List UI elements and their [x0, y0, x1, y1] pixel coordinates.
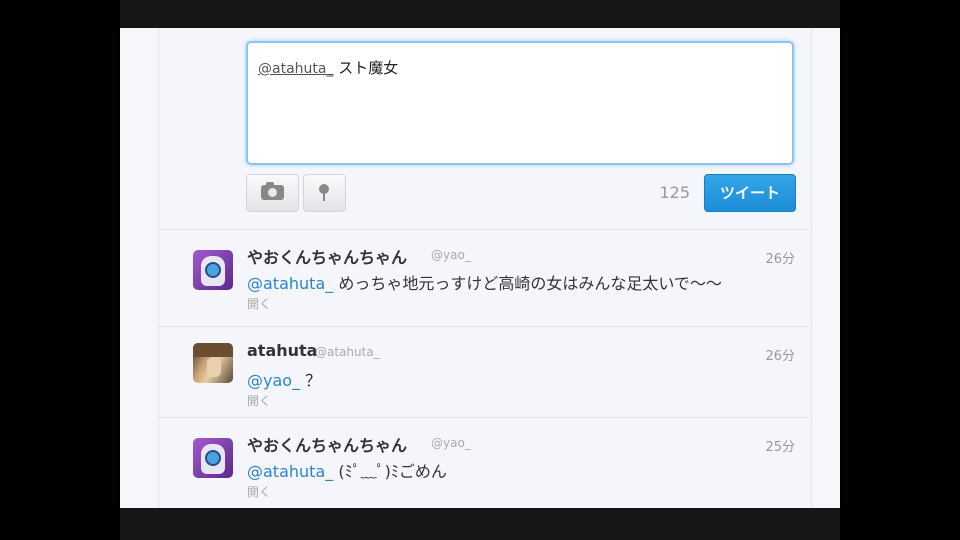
tweet-text: @atahuta_ めっちゃ地元っすけど高崎の女はみんな足太いで〜〜 [247, 270, 722, 294]
avatar-eye [205, 262, 221, 278]
tweet-body: (ﾐﾟ﹏ﾟ)ﾐごめん [333, 462, 447, 481]
tweet-mention[interactable]: @atahuta_ [247, 462, 333, 481]
tweet-author-handle[interactable]: @atahuta_ [315, 345, 380, 359]
tweet-text: @atahuta_ (ﾐﾟ﹏ﾟ)ﾐごめん [247, 458, 447, 482]
tweet-item[interactable]: atahuta @atahuta_ 26分 @yao_ ？ 開く [159, 326, 809, 418]
tweet-timestamp[interactable]: 25分 [765, 436, 795, 455]
add-location-button[interactable] [303, 174, 346, 212]
tweet-item[interactable]: やおくんちゃんちゃん @yao_ 25分 @atahuta_ (ﾐﾟ﹏ﾟ)ﾐごめ… [159, 417, 809, 508]
avatar[interactable] [193, 343, 233, 383]
tweet-author-handle[interactable]: @yao_ [431, 436, 471, 450]
tweet-mention[interactable]: @yao_ [247, 371, 300, 390]
compose-text[interactable]: @atahuta_ スト魔女 [258, 57, 398, 78]
compose-mention: @atahuta_ [258, 61, 334, 77]
tweet-button[interactable]: ツイート [704, 174, 796, 212]
camera-icon [261, 182, 284, 200]
tweet-item[interactable]: やおくんちゃんちゃん @yao_ 26分 @atahuta_ めっちゃ地元っすけ… [159, 229, 809, 327]
top-letterbox [120, 0, 840, 28]
avatar[interactable] [193, 438, 233, 478]
avatar-eye [205, 450, 221, 466]
tweet-author-name[interactable]: atahuta [247, 341, 317, 360]
twitter-screen: @atahuta_ スト魔女 125 ツイート やおくんちゃんちゃん @yao_… [120, 28, 840, 508]
avatar[interactable] [193, 250, 233, 290]
avatar-face [207, 357, 221, 377]
expand-link[interactable]: 開く [247, 295, 271, 312]
tweet-author-handle[interactable]: @yao_ [431, 248, 471, 262]
avatar-hair [193, 343, 233, 357]
tweet-compose-box[interactable]: @atahuta_ スト魔女 [246, 41, 794, 165]
tweet-body: ？ [300, 371, 322, 390]
tweet-body: めっちゃ地元っすけど高崎の女はみんな足太いで〜〜 [333, 274, 722, 293]
tweet-text: @yao_ ？ [247, 367, 321, 391]
character-counter: 125 [659, 183, 690, 202]
bottom-letterbox [120, 508, 840, 540]
compose-body: スト魔女 [333, 59, 399, 77]
add-photo-button[interactable] [246, 174, 299, 212]
location-pin-icon [319, 184, 329, 201]
tweet-author-name[interactable]: やおくんちゃんちゃん [247, 432, 407, 456]
expand-link[interactable]: 開く [247, 392, 271, 409]
tweet-author-name[interactable]: やおくんちゃんちゃん [247, 244, 407, 268]
tweet-mention[interactable]: @atahuta_ [247, 274, 333, 293]
tweet-timestamp[interactable]: 26分 [765, 345, 795, 364]
tweet-timestamp[interactable]: 26分 [765, 248, 795, 267]
expand-link[interactable]: 開く [247, 483, 271, 500]
